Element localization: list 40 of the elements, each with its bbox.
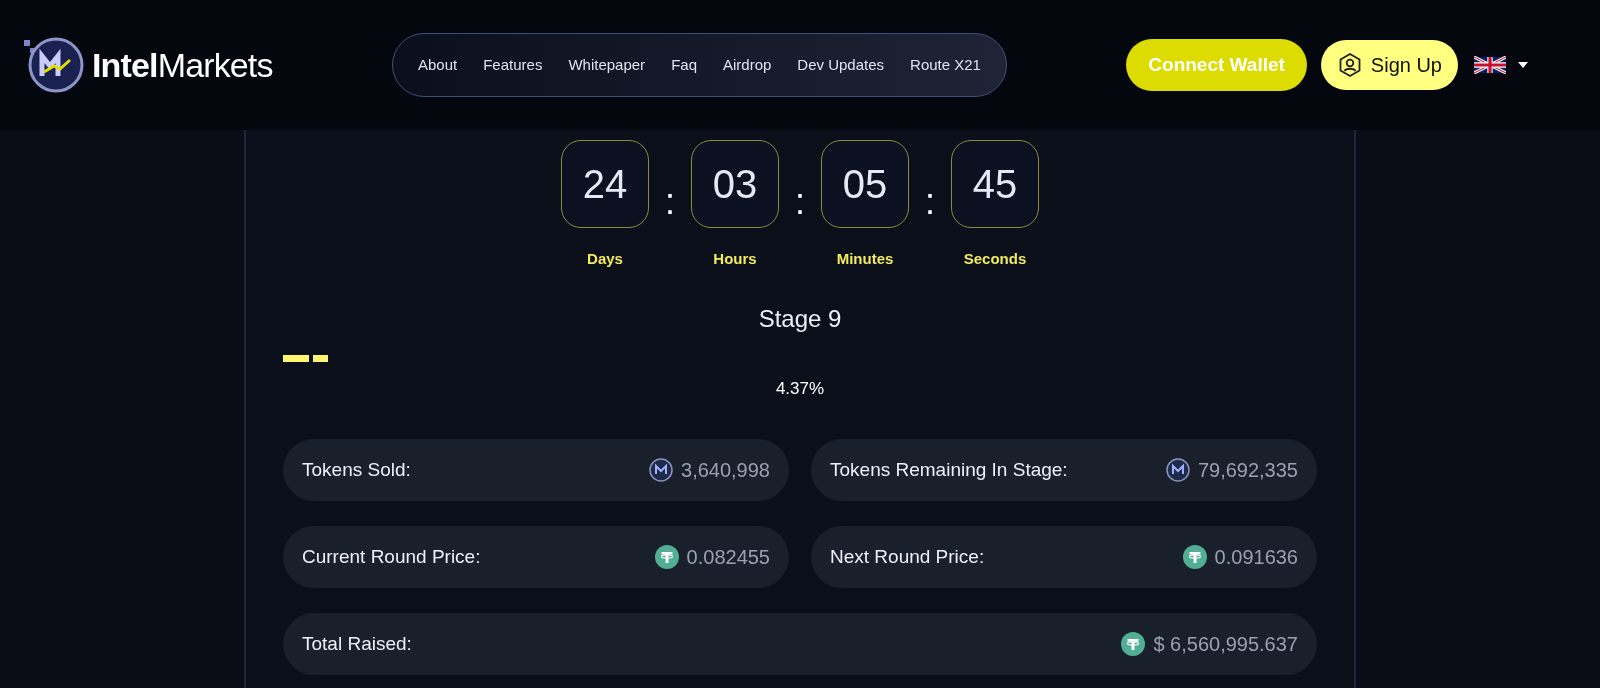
logo-text: IntelMarkets (92, 48, 273, 82)
stat-value: 0.082455 (686, 545, 770, 570)
token-coin-icon (649, 458, 673, 482)
progress-percent: 4.37% (775, 377, 825, 400)
countdown-label: Minutes (836, 249, 894, 269)
tether-coin-icon (1182, 545, 1207, 569)
caret-icon (1518, 62, 1528, 68)
countdown-label: Days (587, 249, 623, 269)
countdown-box: 03 (691, 140, 779, 228)
time-separator: : (924, 184, 936, 220)
nav-link[interactable]: Dev Updates (797, 53, 885, 77)
stat-label: Tokens Sold: (302, 457, 411, 482)
time-separator: : (664, 184, 676, 220)
language-selector[interactable] (1474, 56, 1528, 74)
stat-label: Total Raised: (302, 631, 412, 656)
nav-link[interactable]: Features (483, 53, 543, 77)
nav-link[interactable]: Whitepaper (568, 53, 646, 77)
countdown-box: 05 (821, 140, 909, 228)
tether-coin-icon (1121, 632, 1146, 656)
stat-label: Current Round Price: (302, 544, 481, 569)
flag-icon (1474, 56, 1506, 74)
stat-value: 79,692,335 (1197, 458, 1298, 483)
stage-title: Stage 9 (758, 303, 842, 334)
stat-value: $ 6,560,995.637 (1153, 632, 1298, 657)
countdown-label: Seconds (963, 249, 1027, 269)
nav-link[interactable]: Route X21 (910, 53, 981, 77)
sign-up-button[interactable]: Sign Up (1320, 40, 1458, 90)
time-separator: : (794, 184, 806, 220)
stat-value: 3,640,998 (681, 458, 770, 483)
stat-label: Tokens Remaining In Stage: (830, 457, 1068, 482)
countdown-label: Hours (713, 249, 757, 269)
token-coin-icon (1165, 458, 1190, 482)
countdown-box: 24 (561, 140, 649, 228)
countdown-box: 45 (951, 140, 1039, 228)
tether-coin-icon (654, 545, 679, 569)
nav-link[interactable]: Faq (671, 53, 697, 77)
stat-value: 0.091636 (1214, 545, 1298, 570)
nav-link[interactable]: Airdrop (723, 53, 772, 77)
nav-link[interactable]: About (418, 53, 458, 77)
stat-label: Next Round Price: (830, 544, 985, 569)
